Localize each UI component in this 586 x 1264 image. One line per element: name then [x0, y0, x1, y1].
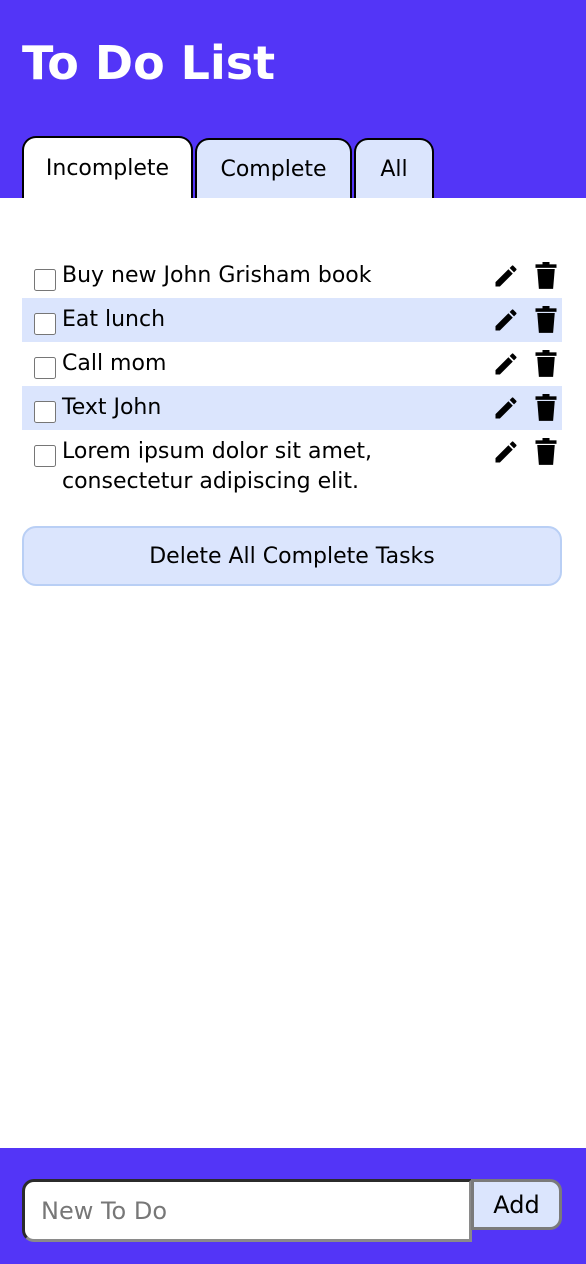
task-checkbox[interactable]	[34, 313, 56, 335]
page-title: To Do List	[22, 36, 276, 90]
trash-icon[interactable]	[532, 394, 560, 422]
tab-all[interactable]: All	[354, 138, 434, 198]
trash-icon[interactable]	[532, 306, 560, 334]
new-todo-input[interactable]	[22, 1179, 472, 1242]
task-text: Buy new John Grisham book	[62, 263, 372, 288]
task-row: Call mom	[22, 342, 562, 386]
task-row: Text John	[22, 386, 562, 430]
task-text: Eat lunch	[62, 307, 166, 332]
task-checkbox[interactable]	[34, 269, 56, 291]
tab-incomplete[interactable]: Incomplete	[22, 136, 193, 198]
task-checkbox[interactable]	[34, 357, 56, 379]
tab-bar: Incomplete Complete All	[22, 136, 436, 198]
task-row: Lorem ipsum dolor sit amet, consectetur …	[22, 430, 562, 502]
trash-icon[interactable]	[532, 262, 560, 290]
add-todo-bar: Add	[0, 1148, 586, 1264]
app-header: To Do List Incomplete Complete All	[0, 0, 586, 198]
task-text: Call mom	[62, 351, 167, 376]
task-checkbox[interactable]	[34, 445, 56, 467]
task-checkbox[interactable]	[34, 401, 56, 423]
pencil-icon[interactable]	[492, 350, 520, 378]
pencil-icon[interactable]	[492, 438, 520, 466]
trash-icon[interactable]	[532, 438, 560, 466]
task-text: Lorem ipsum dolor sit amet, consectetur …	[62, 439, 373, 494]
pencil-icon[interactable]	[492, 306, 520, 334]
task-row: Eat lunch	[22, 298, 562, 342]
task-text: Text John	[62, 395, 162, 420]
task-row: Buy new John Grisham book	[22, 254, 562, 298]
pencil-icon[interactable]	[492, 262, 520, 290]
add-button[interactable]: Add	[471, 1179, 562, 1230]
todo-app: To Do List Incomplete Complete All Buy n…	[0, 0, 586, 1264]
delete-all-complete-button[interactable]: Delete All Complete Tasks	[22, 526, 562, 586]
trash-icon[interactable]	[532, 350, 560, 378]
task-list: Buy new John Grisham book Eat lunch Call…	[22, 254, 562, 502]
tab-complete[interactable]: Complete	[195, 138, 352, 198]
pencil-icon[interactable]	[492, 394, 520, 422]
